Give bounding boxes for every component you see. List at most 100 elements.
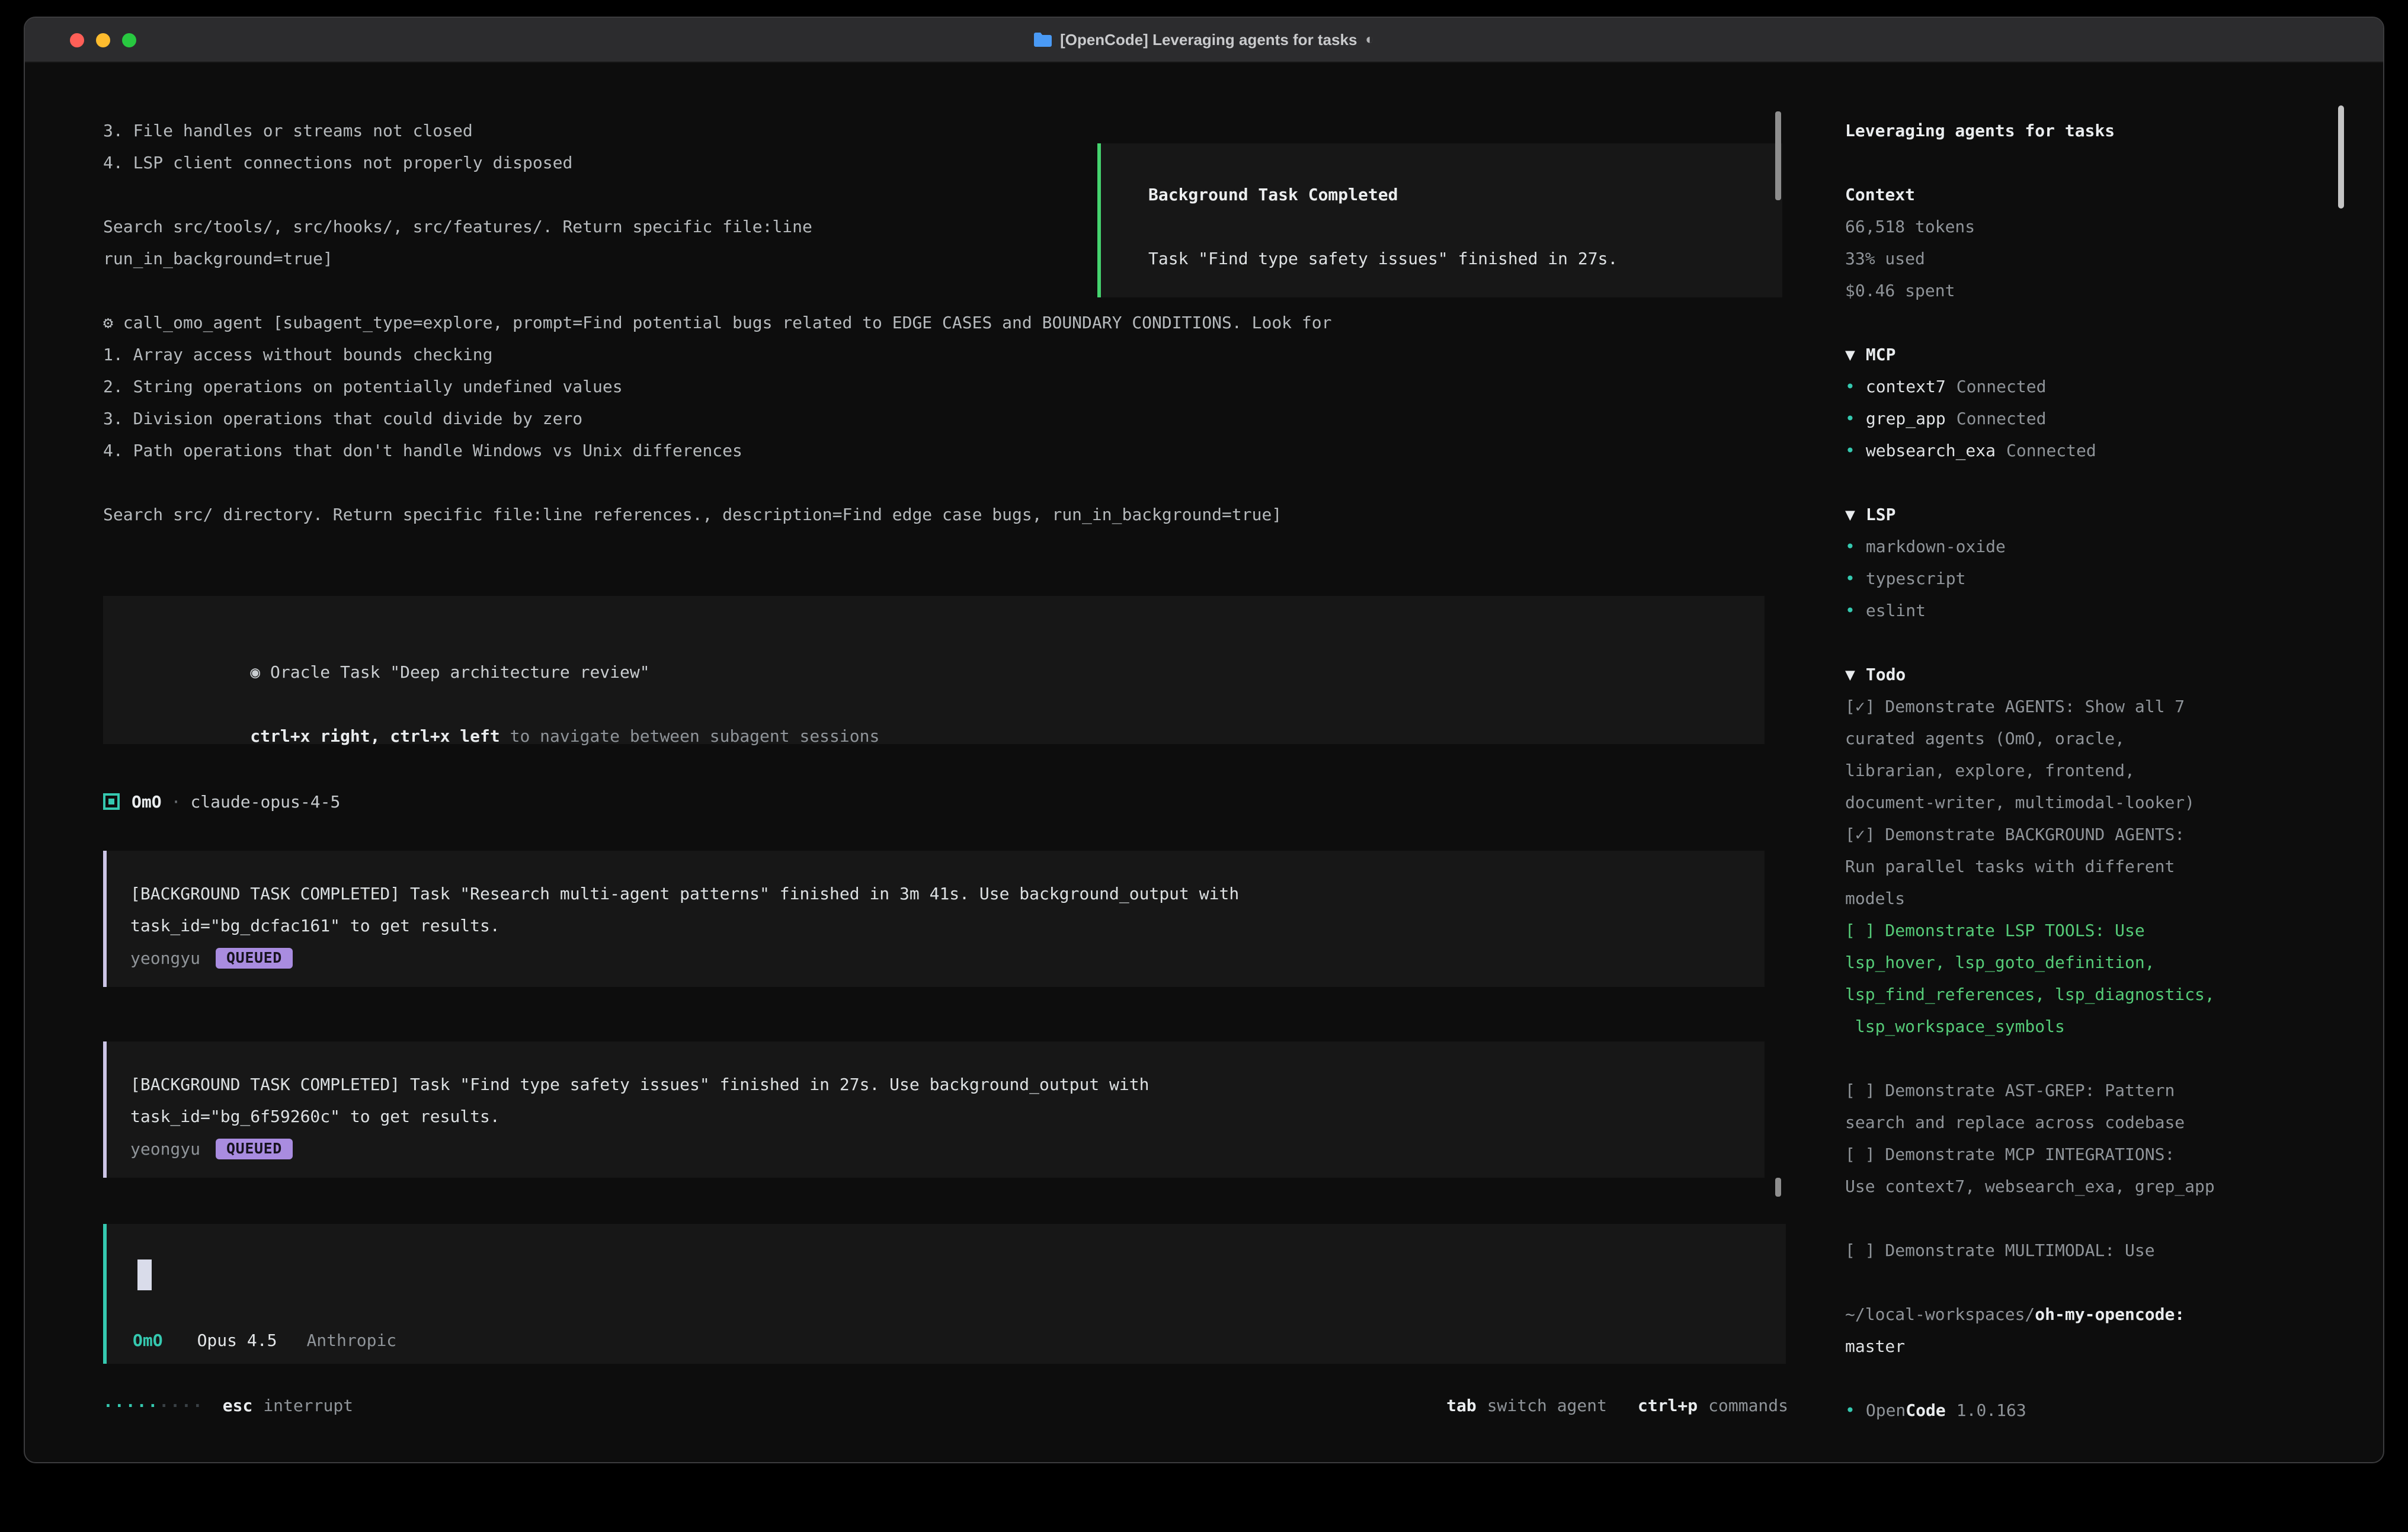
terminal-line: 3. Division operations that could divide…: [103, 403, 1331, 435]
context-heading: Context: [1845, 179, 2215, 211]
toast-notification: Background Task Completed Task "Find typ…: [1097, 143, 1782, 297]
terminal-window: [OpenCode] Leveraging agents for tasks ◐…: [24, 17, 2384, 1463]
traffic-light-minimize-button[interactable]: [96, 33, 110, 47]
lsp-item-name: markdown-oxide: [1866, 537, 2006, 556]
lsp-item-name: eslint: [1866, 601, 1926, 620]
todo-line: models: [1845, 883, 2215, 915]
todo-line-active: lsp_workspace_symbols: [1845, 1011, 2215, 1043]
window-title: [OpenCode] Leveraging agents for tasks ◐: [1034, 31, 1374, 49]
ctrlp-key-hint: ctrl+p: [1638, 1390, 1698, 1422]
brand-open: Open: [1866, 1400, 1906, 1420]
todo-section-header[interactable]: ▼Todo: [1845, 659, 2215, 691]
input-meta: OmO Opus 4.5 Anthropic: [133, 1325, 396, 1357]
mcp-item-status: Connected: [2006, 441, 2096, 460]
interrupt-label: interrupt: [263, 1390, 353, 1422]
bullet-icon: •: [1845, 441, 1855, 460]
bullet-icon: •: [1845, 569, 1855, 588]
message-author: yeongyu: [130, 948, 200, 968]
toast-title: Background Task Completed: [1148, 179, 1759, 211]
message-text: task_id="bg_6f59260c" to get results.: [130, 1101, 1765, 1133]
tool-call-line: ⚙ call_omo_agent [subagent_type=explore,…: [103, 307, 1331, 339]
mcp-item-status: Connected: [1956, 377, 2047, 396]
spinner-dots-idle: ····: [159, 1390, 203, 1422]
bullet-icon: •: [1845, 601, 1855, 620]
input-provider: Anthropic: [306, 1325, 396, 1357]
switch-agent-label: switch agent: [1487, 1390, 1607, 1422]
oracle-hint-keys: ctrl+x right, ctrl+x left: [250, 726, 499, 746]
lsp-item: • eslint: [1845, 595, 2215, 627]
message-text: [BACKGROUND TASK COMPLETED] Task "Find t…: [130, 1069, 1765, 1101]
queued-badge: QUEUED: [216, 948, 293, 969]
screen: [OpenCode] Leveraging agents for tasks ◐…: [0, 0, 2408, 1532]
agent-icon: [103, 793, 120, 810]
traffic-light-close-button[interactable]: [70, 33, 84, 47]
terminal-line: 1. Array access without bounds checking: [103, 339, 1331, 371]
message-text: task_id="bg_dcfac161" to get results.: [130, 910, 1765, 942]
todo-line: [✓] Demonstrate BACKGROUND AGENTS:: [1845, 819, 2215, 851]
todo-line-active: [ ] Demonstrate LSP TOOLS: Use: [1845, 915, 2215, 947]
brand-code: Code: [1906, 1400, 1945, 1420]
sidebar-scrollbar-thumb[interactable]: [2338, 105, 2344, 209]
mcp-item-status: Connected: [1956, 409, 2047, 428]
mcp-item: •websearch_exaConnected: [1845, 435, 2215, 467]
context-tokens: 66,518 tokens: [1845, 211, 2215, 243]
message-author: yeongyu: [130, 1139, 200, 1159]
terminal-line: 3. File handles or streams not closed: [103, 115, 1331, 147]
session-sidebar: Leveraging agents for tasks Context 66,5…: [1820, 63, 2383, 1462]
mcp-section-header[interactable]: ▼MCP: [1845, 339, 2215, 371]
oracle-hint-rest: to navigate between subagent sessions: [500, 726, 880, 746]
tab-key-hint: tab: [1446, 1390, 1477, 1422]
context-used: 33% used: [1845, 243, 2215, 275]
toast-body: Task "Find type safety issues" finished …: [1148, 243, 1759, 275]
agent-session-header: OmO · claude-opus-4-5: [103, 786, 340, 818]
main-scrollbar-thumb[interactable]: [1775, 111, 1781, 200]
collapse-arrow-icon: ▼: [1845, 665, 1855, 684]
bullet-icon: •: [1845, 409, 1855, 428]
terminal-line: [103, 467, 1331, 499]
message-text: [BACKGROUND TASK COMPLETED] Task "Resear…: [130, 878, 1765, 910]
agent-model: claude-opus-4-5: [190, 792, 340, 812]
lsp-section-header[interactable]: ▼LSP: [1845, 499, 2215, 531]
terminal-line: Search src/ directory. Return specific f…: [103, 499, 1331, 531]
todo-line-active: lsp_hover, lsp_goto_definition,: [1845, 947, 2215, 979]
input-cursor: [137, 1259, 152, 1290]
agent-name: OmO: [132, 792, 162, 812]
todo-line: search and replace across codebase: [1845, 1107, 2215, 1139]
traffic-light-zoom-button[interactable]: [122, 33, 136, 47]
folder-icon: [1034, 33, 1052, 47]
todo-line: [ ] Demonstrate AST-GREP: Pattern: [1845, 1075, 2215, 1107]
spinner-dots-active: ·····: [103, 1390, 159, 1422]
todo-line-active: lsp_find_references, lsp_diagnostics,: [1845, 979, 2215, 1011]
bullet-icon: •: [1845, 1400, 1855, 1420]
branch-name: master: [1845, 1331, 2215, 1363]
oracle-title: Oracle Task "Deep architecture review": [260, 662, 649, 682]
opencode-version: •OpenCode1.0.163: [1845, 1395, 2215, 1427]
terminal-pane[interactable]: 3. File handles or streams not closed 4.…: [25, 63, 1820, 1462]
lsp-item: • markdown-oxide: [1845, 531, 2215, 563]
terminal-line: 2. String operations on potentially unde…: [103, 371, 1331, 403]
todo-line: Run parallel tasks with different: [1845, 851, 2215, 883]
lsp-item: • typescript: [1845, 563, 2215, 595]
message-card: [BACKGROUND TASK COMPLETED] Task "Find t…: [103, 1041, 1765, 1178]
workspace-path-prefix: ~/local-workspaces/: [1845, 1305, 2035, 1324]
sidebar-title: Leveraging agents for tasks: [1845, 115, 2215, 147]
window-titlebar[interactable]: [OpenCode] Leveraging agents for tasks ◐: [25, 18, 2383, 63]
oracle-hint: ctrl+x right, ctrl+x left to navigate be…: [130, 688, 1765, 720]
queued-badge: QUEUED: [216, 1139, 293, 1159]
oracle-task-box: ◉ Oracle Task "Deep architecture review"…: [103, 596, 1765, 744]
workspace-repo: oh-my-opencode:: [2035, 1305, 2185, 1324]
mcp-item: •grep_appConnected: [1845, 403, 2215, 435]
input-model: Opus 4.5: [197, 1325, 277, 1357]
lsp-item-name: typescript: [1866, 569, 1966, 588]
oracle-icon: ◉: [250, 662, 260, 682]
todo-line: [✓] Demonstrate AGENTS: Show all 7: [1845, 691, 2215, 723]
workspace-path: ~/local-workspaces/oh-my-opencode:: [1845, 1299, 2215, 1331]
esc-key-hint: esc: [223, 1390, 253, 1422]
todo-line: curated agents (OmO, oracle,: [1845, 723, 2215, 755]
prompt-input[interactable]: OmO Opus 4.5 Anthropic: [103, 1224, 1786, 1364]
mcp-item-name: context7: [1866, 377, 1946, 396]
bullet-icon: •: [1845, 537, 1855, 556]
main-scrollbar-thumb[interactable]: [1775, 1178, 1781, 1197]
todo-line: [ ] Demonstrate MULTIMODAL: Use: [1845, 1235, 2215, 1267]
bullet-icon: •: [1845, 377, 1855, 396]
